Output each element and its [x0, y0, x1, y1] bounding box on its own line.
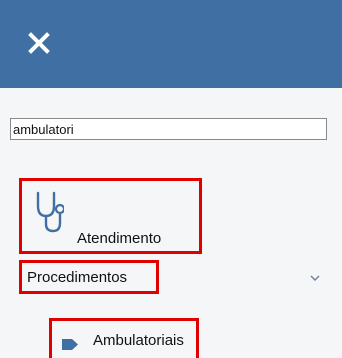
stethoscope-icon — [36, 191, 64, 233]
highlight-box: Procedimentos — [19, 260, 159, 294]
close-icon — [28, 32, 50, 54]
menu-item-label: Atendimento — [77, 230, 162, 247]
search-input[interactable] — [10, 118, 327, 140]
submenu-item-label: Ambulatoriais — [93, 332, 184, 349]
menu-item-procedimentos[interactable]: Procedimentos — [19, 258, 341, 296]
sidebar-header — [0, 0, 342, 88]
menu-item-label: Procedimentos — [27, 269, 128, 286]
chevron-down-icon[interactable] — [310, 274, 320, 282]
close-button[interactable] — [22, 26, 56, 60]
tag-icon — [62, 339, 78, 350]
submenu-item-ambulatoriais[interactable]: Ambulatoriais — [49, 318, 199, 358]
menu-item-atendimento[interactable]: Atendimento — [19, 178, 202, 254]
